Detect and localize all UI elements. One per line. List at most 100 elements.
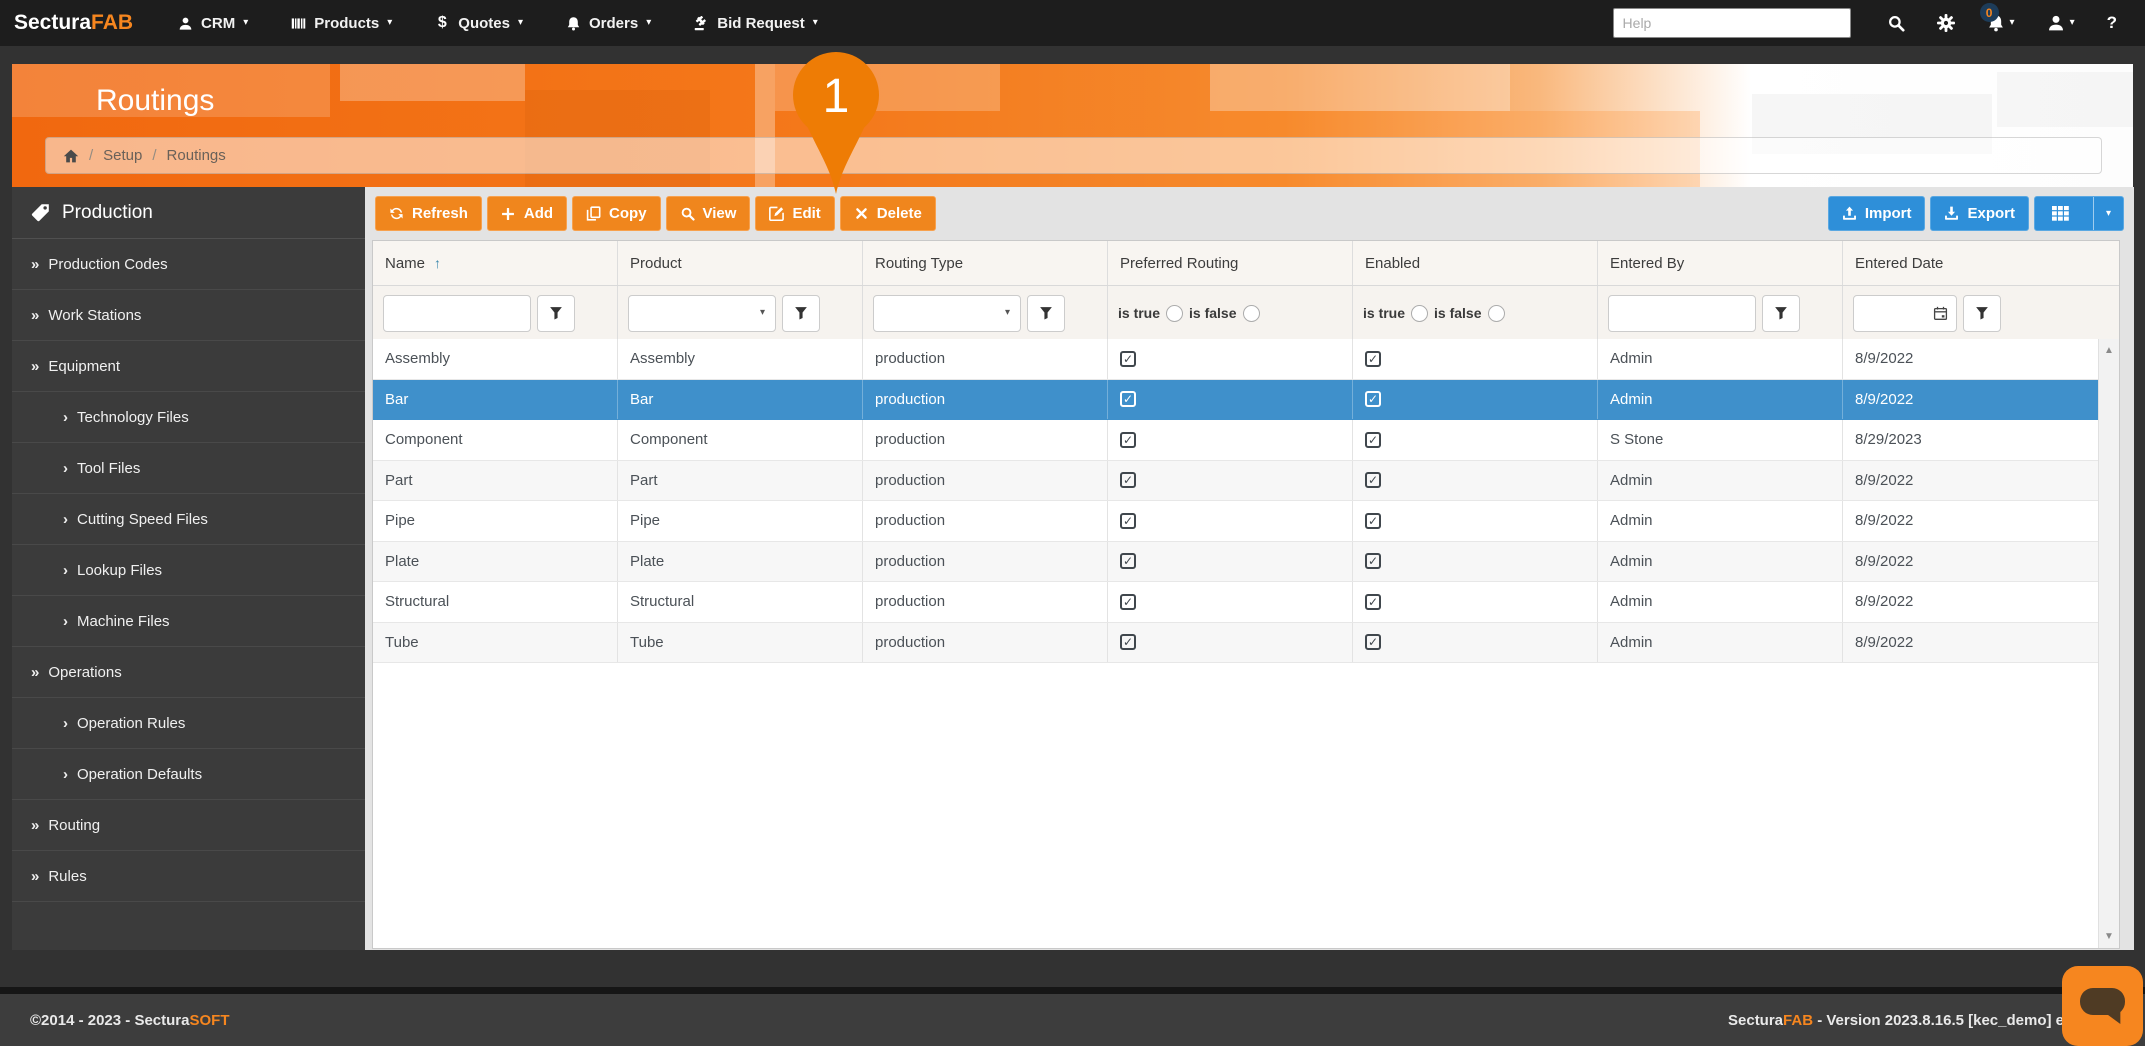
filter-select-routing-type[interactable]: ▾ <box>873 294 1021 332</box>
chevron-down-icon[interactable]: ▾ <box>2093 197 2123 230</box>
nav-item-products[interactable]: Products ▾ <box>290 15 392 32</box>
cell-name: Structural <box>373 582 618 622</box>
sidebar-item-cutting-speed-files[interactable]: › Cutting Speed Files <box>12 494 365 545</box>
person-icon <box>2047 14 2065 32</box>
table-row-component[interactable]: Component Component production ✓ ✓ S Stone 8/2… <box>373 420 2098 461</box>
user-menu-button[interactable]: ▾ <box>2047 14 2075 32</box>
filter-radio-false[interactable] <box>1487 304 1505 322</box>
filter-date-input[interactable] <box>1853 294 1957 332</box>
help-button[interactable]: ? <box>2107 13 2117 33</box>
nav-item-orders[interactable]: Orders ▾ <box>565 15 651 32</box>
nav-item-label: Products <box>314 14 380 32</box>
column-header-name[interactable]: Name ↑ <box>373 241 618 285</box>
vertical-scrollbar[interactable]: ▲ ▼ <box>2098 339 2119 948</box>
app-logo[interactable]: SecturaFAB <box>14 11 133 35</box>
breadcrumb-item-setup[interactable]: Setup <box>103 147 142 164</box>
sidebar-item-machine-files[interactable]: › Machine Files <box>12 596 365 647</box>
checkbox-checked-icon: ✓ <box>1365 593 1381 610</box>
chat-widget-button[interactable] <box>2062 966 2143 1046</box>
nav-item-crm[interactable]: CRM ▾ <box>177 15 248 32</box>
column-header-label: Preferred Routing <box>1120 254 1239 272</box>
table-row-pipe[interactable]: Pipe Pipe production ✓ ✓ Admin 8/9/2022 <box>373 501 2098 542</box>
filter-input-entered-by[interactable] <box>1608 294 1756 332</box>
chevron-right-icon: » <box>31 357 40 375</box>
column-header-entered-by[interactable]: Entered By <box>1598 241 1843 285</box>
cell-entered-by: Admin <box>1598 460 1843 500</box>
column-header-product[interactable]: Product <box>618 241 863 285</box>
filter-input-name[interactable] <box>383 294 531 332</box>
checkbox-checked-icon: ✓ <box>1120 634 1136 651</box>
chevron-right-icon: » <box>31 663 40 681</box>
filter-button[interactable] <box>537 294 575 332</box>
cell-entered-date: 8/9/2022 <box>1855 512 1914 530</box>
filter-button[interactable] <box>782 294 820 332</box>
help-input[interactable] <box>1612 8 1851 38</box>
sidebar-item-technology-files[interactable]: › Technology Files <box>12 392 365 443</box>
scroll-down-arrow[interactable]: ▼ <box>2099 931 2119 942</box>
filter-radio-true[interactable] <box>1166 304 1184 322</box>
grid-filter-row: ▾ ▾ is true is false is true is false <box>373 286 2119 341</box>
filter-radio-false[interactable] <box>1242 304 1260 322</box>
delete-button[interactable]: Delete <box>839 196 936 231</box>
refresh-button[interactable]: Refresh <box>375 196 482 231</box>
table-row-assembly[interactable]: Assembly Assembly production ✓ ✓ Admin 8/9/202… <box>373 339 2098 380</box>
cell-enabled: ✓ <box>1353 420 1598 460</box>
column-chooser-button[interactable]: ▾ <box>2034 196 2124 231</box>
copyright-text: ©2014 - 2023 - SecturaSOFT <box>30 1011 230 1029</box>
sidebar-item-operation-defaults[interactable]: › Operation Defaults <box>12 749 365 800</box>
import-button[interactable]: Import <box>1827 196 1926 231</box>
breadcrumb-item-routings[interactable]: Routings <box>167 147 226 164</box>
notifications-button[interactable]: 0 ▾ <box>1979 3 2015 32</box>
home-icon[interactable] <box>63 148 79 164</box>
copy-button[interactable]: Copy <box>572 196 661 231</box>
table-row-tube[interactable]: Tube Tube production ✓ ✓ Admin 8/9/2022 <box>373 622 2098 663</box>
checkbox-checked-icon: ✓ <box>1120 350 1136 367</box>
table-row-structural[interactable]: Structural Structural production ✓ ✓ Admin 8/9… <box>373 582 2098 623</box>
person-icon <box>177 15 193 31</box>
column-header-label: Routing Type <box>875 254 964 272</box>
table-row-bar[interactable]: Bar Bar production ✓ ✓ Admin 8/9/2022 <box>373 379 2098 420</box>
filter-select-product[interactable]: ▾ <box>628 294 776 332</box>
add-button[interactable]: Add <box>486 196 568 231</box>
cell-routing-type: production <box>863 541 1108 581</box>
filter-button[interactable] <box>1027 294 1065 332</box>
view-button[interactable]: View <box>665 196 751 231</box>
sidebar-item-operations[interactable]: » Operations <box>12 647 365 698</box>
edit-button[interactable]: Edit <box>755 196 835 231</box>
filter-cell-entered-by <box>1598 286 1843 340</box>
button-label: View <box>702 205 737 222</box>
filter-button[interactable] <box>1762 294 1800 332</box>
cell-entered-date: 8/9/2022 <box>1855 552 1914 570</box>
sidebar-item-operation-rules[interactable]: › Operation Rules <box>12 698 365 749</box>
column-header-entered-date[interactable]: Entered Date <box>1843 241 2119 285</box>
checkbox-checked-icon: ✓ <box>1365 634 1381 651</box>
search-button[interactable] <box>1887 14 1905 32</box>
sidebar-item-production-codes[interactable]: » Production Codes <box>12 239 365 290</box>
nav-item-quotes[interactable]: $ Quotes ▾ <box>434 14 524 32</box>
column-header-routing-type[interactable]: Routing Type <box>863 241 1108 285</box>
table-row-part[interactable]: Part Part production ✓ ✓ Admin 8/9/2022 <box>373 460 2098 501</box>
sidebar-item-lookup-files[interactable]: › Lookup Files <box>12 545 365 596</box>
scroll-up-arrow[interactable]: ▲ <box>2099 345 2119 356</box>
filter-radio-true[interactable] <box>1411 304 1429 322</box>
chevron-down-icon: ▾ <box>517 17 524 28</box>
download-icon <box>1944 206 1959 221</box>
sidebar-item-equipment[interactable]: » Equipment <box>12 341 365 392</box>
chevron-right-icon: » <box>31 306 40 324</box>
nav-item-bid-request[interactable]: Bid Request ▾ <box>693 15 818 32</box>
settings-button[interactable] <box>1936 14 1955 32</box>
cell-preferred-routing: ✓ <box>1108 339 1353 379</box>
filter-button[interactable] <box>1963 294 2001 332</box>
sidebar-item-rules[interactable]: » Rules <box>12 851 365 902</box>
nav-item-label: Quotes <box>458 14 510 32</box>
column-header-preferred-routing[interactable]: Preferred Routing <box>1108 241 1353 285</box>
cell-product: Assembly <box>618 339 863 379</box>
export-button[interactable]: Export <box>1930 196 2029 231</box>
column-header-enabled[interactable]: Enabled <box>1353 241 1598 285</box>
sidebar-item-work-stations[interactable]: » Work Stations <box>12 290 365 341</box>
bell-icon <box>565 15 581 31</box>
table-row-plate[interactable]: Plate Plate production ✓ ✓ Admin 8/9/2022 <box>373 541 2098 582</box>
sidebar-item-routing[interactable]: » Routing <box>12 800 365 851</box>
cell-preferred-routing: ✓ <box>1108 582 1353 622</box>
sidebar-item-tool-files[interactable]: › Tool Files <box>12 443 365 494</box>
